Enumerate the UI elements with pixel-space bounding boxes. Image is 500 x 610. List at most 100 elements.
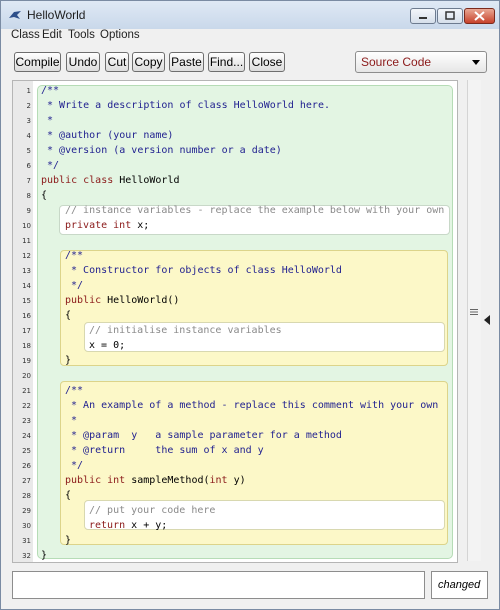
line-number: 12 <box>22 252 31 260</box>
menu-options[interactable]: Options <box>100 29 140 41</box>
minimize-icon <box>419 17 427 19</box>
line-number: 27 <box>22 477 31 485</box>
code-line: * @return the sum of x and y <box>65 445 264 456</box>
line-number: 29 <box>22 507 31 515</box>
code-line: * @version (a version number or a date) <box>41 145 282 156</box>
menu-tools[interactable]: Tools <box>68 29 95 41</box>
code-token: x; <box>137 220 150 231</box>
code-line: { <box>65 490 72 501</box>
paste-button[interactable]: Paste <box>169 52 204 72</box>
code-line: * @param y a sample parameter for a meth… <box>65 430 342 441</box>
compile-button[interactable]: Compile <box>14 52 61 72</box>
cut-button[interactable]: Cut <box>105 52 129 72</box>
code-line: public HelloWorld() <box>65 295 179 306</box>
line-number: 6 <box>26 162 31 170</box>
minimize-button[interactable] <box>410 8 436 24</box>
line-number: 26 <box>22 462 31 470</box>
menu-bar: Class Edit Tools Options <box>1 29 499 45</box>
scroll-grip-icon <box>470 309 478 315</box>
code-keyword: return <box>89 520 132 531</box>
code-token: sampleMethod( <box>131 475 210 486</box>
code-line: private int x; <box>65 220 149 231</box>
code-editor[interactable]: 1 2 3 4 5 6 7 8 9 10 11 12 13 14 15 16 1… <box>12 80 458 563</box>
copy-button[interactable]: Copy <box>132 52 165 72</box>
find-button[interactable]: Find... <box>208 52 245 72</box>
code-line: * Write a description of class HelloWorl… <box>41 100 330 111</box>
line-number: 24 <box>22 432 31 440</box>
line-number: 19 <box>22 357 31 365</box>
line-number: 23 <box>22 417 31 425</box>
changed-label: changed <box>438 579 481 591</box>
line-number: 4 <box>26 132 31 140</box>
code-line: x = 0; <box>89 340 126 351</box>
line-number: 11 <box>22 237 31 245</box>
line-number: 15 <box>22 297 31 305</box>
line-number: 7 <box>26 177 31 185</box>
line-number: 17 <box>22 327 31 335</box>
line-number: 14 <box>22 282 31 290</box>
code-line: * Constructor for objects of class Hello… <box>65 265 342 276</box>
code-line: // put your code here <box>89 505 216 516</box>
line-number: 25 <box>22 447 31 455</box>
code-keyword: public <box>65 295 108 306</box>
maximize-button[interactable] <box>437 8 463 24</box>
code-line: { <box>41 190 48 201</box>
code-line: // initialise instance variables <box>89 325 282 336</box>
window-title: HelloWorld <box>27 8 86 22</box>
line-number: 32 <box>22 552 31 560</box>
line-number: 22 <box>22 402 31 410</box>
code-token: y) <box>233 475 246 486</box>
line-number: 13 <box>22 267 31 275</box>
line-number: 28 <box>22 492 31 500</box>
vertical-scrollbar[interactable] <box>467 80 481 561</box>
chevron-down-icon <box>472 60 480 65</box>
code-line: * <box>65 415 78 426</box>
maximize-icon <box>445 11 455 20</box>
code-line: */ <box>65 280 84 291</box>
close-icon <box>474 11 485 21</box>
line-number: 21 <box>22 387 31 395</box>
code-line: } <box>41 550 48 561</box>
line-number: 18 <box>22 342 31 350</box>
view-select-value: Source Code <box>361 55 432 69</box>
code-token: HelloWorld() <box>107 295 180 306</box>
code-line: public int sampleMethod(int y) <box>65 475 246 486</box>
editor-window: HelloWorld Class Edit Tools Options Comp… <box>0 0 500 610</box>
menu-edit[interactable]: Edit <box>42 29 62 41</box>
code-line: /** <box>65 385 84 396</box>
code-line: } <box>65 355 72 366</box>
line-number-gutter: 1 2 3 4 5 6 7 8 9 10 11 12 13 14 15 16 1… <box>13 81 33 562</box>
code-keyword: public class <box>41 175 120 186</box>
line-number: 2 <box>26 102 31 110</box>
code-line: * <box>41 115 54 126</box>
code-token: x + y; <box>131 520 168 531</box>
line-number: 5 <box>26 147 31 155</box>
code-line: * @author (your name) <box>41 130 174 141</box>
status-message-area <box>12 571 425 599</box>
code-line: // instance variables - replace the exam… <box>65 205 445 216</box>
code-line: /** <box>41 85 60 96</box>
code-line: /** <box>65 250 84 261</box>
menu-class[interactable]: Class <box>11 29 40 41</box>
title-bar[interactable]: HelloWorld <box>1 1 499 29</box>
code-line: return x + y; <box>89 520 167 531</box>
code-line: { <box>65 310 72 321</box>
code-line: */ <box>65 460 84 471</box>
undo-button[interactable]: Undo <box>66 52 100 72</box>
line-number: 3 <box>26 117 31 125</box>
line-number: 31 <box>22 537 31 545</box>
line-number: 8 <box>26 192 31 200</box>
code-line: } <box>65 535 72 546</box>
code-token: HelloWorld <box>119 175 180 186</box>
line-number: 10 <box>22 222 31 230</box>
code-line: public class HelloWorld <box>41 175 180 186</box>
close-button[interactable]: Close <box>249 52 285 72</box>
code-keyword: private int <box>65 220 138 231</box>
close-window-button[interactable] <box>464 8 495 24</box>
line-number: 9 <box>26 207 31 215</box>
view-select[interactable]: Source Code <box>355 51 487 73</box>
bluej-bird-icon <box>9 11 21 19</box>
changed-indicator: changed <box>431 571 488 599</box>
collapse-panel-icon[interactable] <box>483 315 491 325</box>
line-number: 16 <box>22 312 31 320</box>
